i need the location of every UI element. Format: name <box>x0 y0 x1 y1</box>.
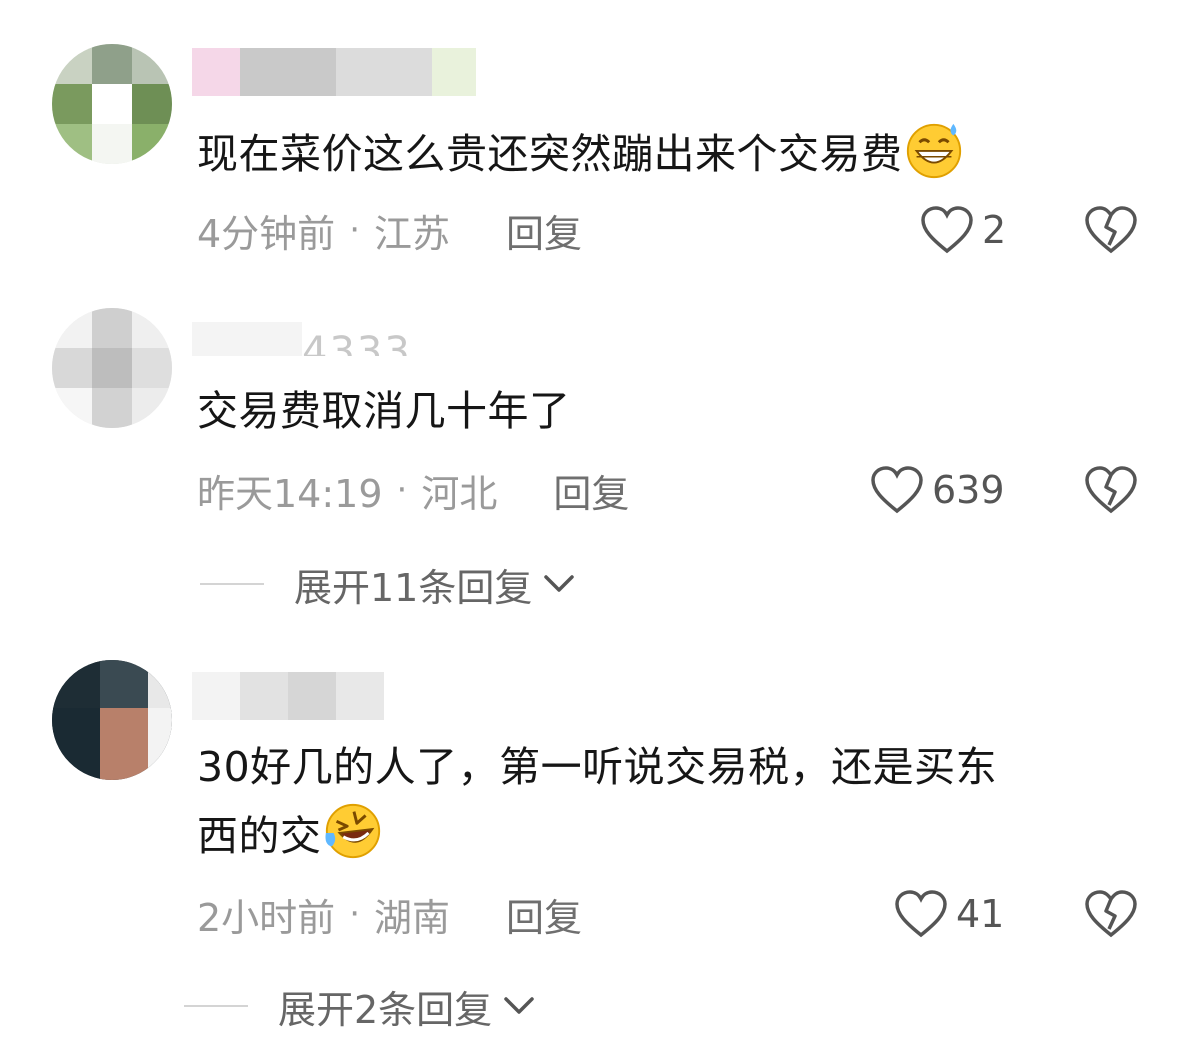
like-count: 639 <box>932 468 1005 512</box>
comment-item: 现在菜价这么贵还突然蹦出来个交易费 4分钟前 · 江苏 回复 2 <box>0 0 1200 280</box>
like-count: 41 <box>956 892 1005 936</box>
username-redacted[interactable] <box>192 48 476 96</box>
expand-replies-button[interactable]: 展开2条回复 <box>184 976 536 1036</box>
comment-body-line: 西的交 <box>197 812 322 860</box>
divider-line <box>184 1005 248 1007</box>
chevron-down-icon <box>504 997 534 1014</box>
comment-location: 湖南 <box>374 895 451 940</box>
comment-body-line: 30好几的人了，第一听说交易税，还是买东 <box>197 743 998 791</box>
comment-body: 交易费取消几十年了 <box>197 387 571 435</box>
expand-replies-label: 展开2条回复 <box>278 987 493 1032</box>
expand-replies-label: 展开11条回复 <box>294 565 533 610</box>
expand-replies-button[interactable]: 展开11条回复 <box>200 554 576 614</box>
comment-location: 江苏 <box>374 211 451 256</box>
like-button[interactable]: 2 <box>920 200 1006 260</box>
comment-time: 昨天14:19 <box>197 471 383 516</box>
chevron-down-icon <box>544 575 575 592</box>
username-redacted[interactable]: 4333 <box>192 322 412 356</box>
broken-heart-icon[interactable] <box>1084 887 1138 941</box>
comment-text: 30好几的人了，第一听说交易税，还是买东 西的交 <box>197 734 1140 869</box>
heart-icon <box>895 890 947 938</box>
meta-separator: · <box>349 210 360 250</box>
broken-heart-icon[interactable] <box>1084 203 1138 257</box>
comment-item: 30好几的人了，第一听说交易税，还是买东 西的交 2小时前 · 湖南 回复 41… <box>0 650 1200 1063</box>
reply-button[interactable]: 回复 <box>506 887 582 942</box>
avatar-image <box>52 44 172 164</box>
divider-line <box>200 583 264 585</box>
reply-button[interactable]: 回复 <box>553 463 629 518</box>
avatar-image <box>52 308 172 428</box>
grinning-sweat-emoji-icon <box>906 123 961 179</box>
comment-text: 现在菜价这么贵还突然蹦出来个交易费 <box>197 118 1140 187</box>
username-partial: 4333 <box>302 329 412 356</box>
meta-separator: · <box>349 894 360 934</box>
rolling-laughing-emoji-icon <box>324 803 380 859</box>
avatar[interactable] <box>52 44 172 164</box>
username-redacted[interactable] <box>192 672 384 720</box>
comment-text: 交易费取消几十年了 <box>197 378 1140 444</box>
avatar-image <box>52 660 172 780</box>
meta-separator: · <box>396 470 408 510</box>
comment-time: 4分钟前 <box>197 211 336 256</box>
broken-heart-icon[interactable] <box>1084 463 1138 517</box>
comment-location: 河北 <box>421 471 498 516</box>
avatar[interactable] <box>52 308 172 428</box>
avatar[interactable] <box>52 660 172 780</box>
like-button[interactable]: 639 <box>870 460 1005 520</box>
heart-icon <box>871 466 923 514</box>
reply-button[interactable]: 回复 <box>506 203 582 258</box>
like-button[interactable]: 41 <box>894 884 1004 944</box>
comment-time: 2小时前 <box>197 895 336 940</box>
like-count: 2 <box>982 208 1007 252</box>
comment-item: 4333 交易费取消几十年了 昨天14:19 · 河北 回复 639 展开11条… <box>0 280 1200 650</box>
heart-icon <box>921 206 973 254</box>
comment-body: 现在菜价这么贵还突然蹦出来个交易费 <box>197 130 903 178</box>
